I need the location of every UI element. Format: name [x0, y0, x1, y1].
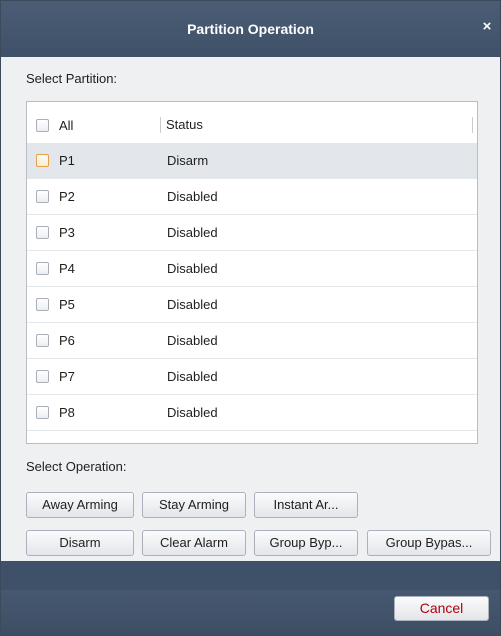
- away-arming-button[interactable]: Away Arming: [26, 492, 134, 518]
- partition-name: P1: [59, 153, 75, 168]
- partition-status: Disabled: [167, 189, 218, 204]
- table-row[interactable]: P3 Disabled: [27, 215, 477, 251]
- row-checkbox[interactable]: [36, 226, 49, 239]
- row-checkbox[interactable]: [36, 370, 49, 383]
- column-separator-end: [472, 117, 473, 133]
- select-partition-label: Select Partition:: [26, 71, 118, 86]
- table-row[interactable]: P5 Disabled: [27, 287, 477, 323]
- partition-status: Disarm: [167, 153, 209, 168]
- header-all-label: All: [59, 118, 74, 133]
- partition-operation-dialog: Partition Operation × Select Partition: …: [0, 0, 501, 636]
- instant-arming-button[interactable]: Instant Ar...: [254, 492, 358, 518]
- row-checkbox[interactable]: [36, 298, 49, 311]
- partition-status: Disabled: [167, 297, 218, 312]
- group-bypass-recover-button[interactable]: Group Bypas...: [367, 530, 491, 556]
- footer-bar-top: [1, 561, 500, 590]
- stay-arming-button[interactable]: Stay Arming: [142, 492, 246, 518]
- partition-name: P8: [59, 405, 75, 420]
- row-checkbox[interactable]: [36, 334, 49, 347]
- partition-name: P4: [59, 261, 75, 276]
- table-row[interactable]: P2 Disabled: [27, 179, 477, 215]
- table-row[interactable]: P1 Disarm: [27, 143, 477, 179]
- table-row[interactable]: P6 Disabled: [27, 323, 477, 359]
- partition-status: Disabled: [167, 225, 218, 240]
- table-row[interactable]: P4 Disabled: [27, 251, 477, 287]
- disarm-button[interactable]: Disarm: [26, 530, 134, 556]
- partition-name: P5: [59, 297, 75, 312]
- select-operation-label: Select Operation:: [26, 459, 127, 474]
- table-row[interactable]: P8 Disabled: [27, 395, 477, 431]
- header-status-label: Status: [166, 117, 203, 132]
- partition-table: All Status P1 Disarm P2 Disabled P3 Disa…: [26, 101, 478, 444]
- partition-status: Disabled: [167, 369, 218, 384]
- title-bar: Partition Operation ×: [1, 1, 500, 57]
- row-checkbox[interactable]: [36, 154, 49, 167]
- partition-name: P6: [59, 333, 75, 348]
- cancel-button[interactable]: Cancel: [394, 596, 489, 621]
- column-separator: [160, 117, 161, 133]
- table-row[interactable]: P7 Disabled: [27, 359, 477, 395]
- partition-status: Disabled: [167, 333, 218, 348]
- row-checkbox[interactable]: [36, 262, 49, 275]
- partition-name: P2: [59, 189, 75, 204]
- partition-status: Disabled: [167, 405, 218, 420]
- table-header: All Status: [27, 102, 477, 146]
- partition-name: P3: [59, 225, 75, 240]
- clear-alarm-button[interactable]: Clear Alarm: [142, 530, 246, 556]
- group-bypass-button[interactable]: Group Byp...: [254, 530, 358, 556]
- row-checkbox[interactable]: [36, 190, 49, 203]
- row-checkbox[interactable]: [36, 406, 49, 419]
- partition-status: Disabled: [167, 261, 218, 276]
- close-icon[interactable]: ×: [480, 19, 494, 35]
- dialog-title: Partition Operation: [187, 21, 314, 37]
- partition-name: P7: [59, 369, 75, 384]
- select-all-checkbox[interactable]: [36, 119, 49, 132]
